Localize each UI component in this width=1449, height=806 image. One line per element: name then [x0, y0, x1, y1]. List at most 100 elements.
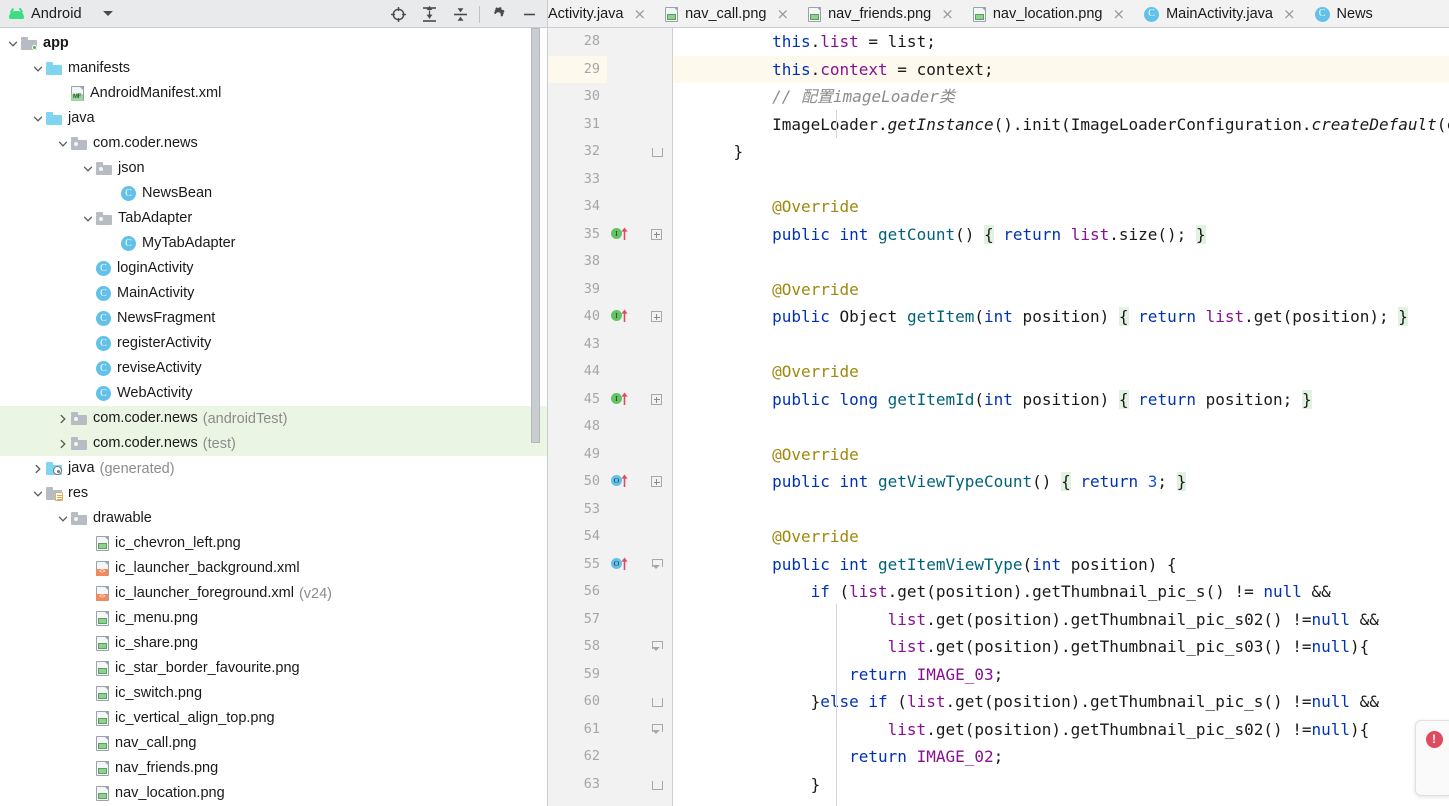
tree-node[interactable]: com.coder.news	[0, 131, 547, 156]
line-number[interactable]: 62	[548, 743, 607, 771]
tree-node[interactable]: java	[0, 106, 547, 131]
tree-node[interactable]: CregisterActivity	[0, 331, 547, 356]
twisty-toggle[interactable]	[29, 489, 46, 499]
fold-collapse-icon[interactable]	[651, 723, 663, 735]
code-editor[interactable]: 28 this.list = list; 29 this.context = co…	[548, 28, 1449, 806]
fold-expand-icon[interactable]	[650, 311, 662, 323]
tree-node[interactable]: nav_friends.png	[0, 756, 547, 781]
twisty-toggle[interactable]	[29, 114, 46, 124]
tree-node[interactable]: C MainActivity	[0, 281, 547, 306]
fold-collapse-icon[interactable]	[651, 558, 663, 570]
line-number[interactable]: 58	[548, 633, 607, 661]
close-icon[interactable]: ×	[776, 6, 789, 22]
twisty-toggle[interactable]	[79, 164, 96, 174]
tree-node[interactable]: ic_star_border_favourite.png	[0, 656, 547, 681]
editor-tab[interactable]: nav_call.png ×	[655, 0, 799, 27]
line-number[interactable]: 60	[548, 688, 607, 716]
tree-node[interactable]: ic_switch.png	[0, 681, 547, 706]
line-number[interactable]: 28	[548, 28, 607, 56]
collapse-all-icon[interactable]	[445, 0, 476, 28]
fold-collapse-icon[interactable]	[651, 641, 663, 652]
twisty-toggle[interactable]	[4, 39, 21, 49]
tree-node[interactable]: C NewsFragment	[0, 306, 547, 331]
editor-lines[interactable]: 28 this.list = list; 29 this.context = co…	[548, 28, 1449, 798]
line-number[interactable]: 33	[548, 165, 607, 193]
fold-region-end-icon[interactable]	[651, 696, 663, 708]
twisty-toggle[interactable]	[54, 414, 71, 424]
line-number[interactable]: 31	[548, 110, 607, 138]
fold-expand-icon[interactable]	[650, 228, 662, 240]
fold-region-end-icon[interactable]	[651, 779, 663, 790]
close-icon[interactable]: ×	[633, 6, 646, 22]
tree-node[interactable]: java (generated)	[0, 456, 547, 481]
twisty-toggle[interactable]	[54, 139, 71, 149]
editor-tab[interactable]: C MainActivity.java ×	[1134, 0, 1305, 27]
twisty-toggle[interactable]	[29, 64, 46, 74]
tree-node[interactable]: C NewsBean	[0, 181, 547, 206]
line-number[interactable]: 44	[548, 358, 607, 386]
line-number[interactable]: 29	[548, 55, 607, 83]
tree-node[interactable]: CloginActivity	[0, 256, 547, 281]
tree-node[interactable]: C WebActivity	[0, 381, 547, 406]
line-number[interactable]: 34	[548, 193, 607, 221]
editor-tab[interactable]: C News	[1304, 0, 1382, 27]
tree-node[interactable]: ic_chevron_left.png	[0, 531, 547, 556]
tree-node[interactable]: C MyTabAdapter	[0, 231, 547, 256]
line-number[interactable]: 56	[548, 578, 607, 606]
line-number[interactable]: 43	[548, 330, 607, 358]
project-scrollbar[interactable]	[531, 28, 540, 443]
tree-node[interactable]: <> ic_launcher_foreground.xml (v24)	[0, 581, 547, 606]
line-number[interactable]: 59	[548, 660, 607, 688]
fold-expand-icon[interactable]	[650, 393, 662, 405]
tree-node[interactable]: ic_vertical_align_top.png	[0, 706, 547, 731]
line-number[interactable]: 45	[548, 385, 607, 413]
line-number[interactable]: 49	[548, 440, 607, 468]
editor-tab[interactable]: Activity.java ×	[548, 0, 656, 27]
tree-node[interactable]: app	[0, 31, 547, 56]
tree-node[interactable]: nav_location.png	[0, 781, 547, 806]
tree-node[interactable]: <> ic_launcher_background.xml	[0, 556, 547, 581]
line-number[interactable]: 39	[548, 275, 607, 303]
implement-method-icon[interactable]: I	[611, 227, 631, 242]
minimize-icon[interactable]	[514, 0, 545, 28]
twisty-toggle[interactable]	[29, 464, 46, 474]
tree-node[interactable]: com.coder.news (test)	[0, 431, 547, 456]
close-icon[interactable]: ×	[1283, 6, 1296, 22]
override-method-icon[interactable]: O	[611, 474, 631, 489]
override-method-icon[interactable]: O	[611, 557, 631, 572]
error-stripe-widget[interactable]: !	[1415, 720, 1449, 796]
implement-method-icon[interactable]: I	[611, 309, 631, 324]
tree-node[interactable]: ic_menu.png	[0, 606, 547, 631]
line-number[interactable]: 61	[548, 715, 607, 743]
line-number[interactable]: 57	[548, 605, 607, 633]
fold-region-end-icon[interactable]	[651, 146, 663, 158]
tree-node[interactable]: CreviseActivity	[0, 356, 547, 381]
twisty-toggle[interactable]	[54, 439, 71, 449]
fold-expand-icon[interactable]	[650, 476, 662, 488]
project-tree-panel[interactable]: app manifests MF AndroidManifest.xml java com…	[0, 28, 548, 806]
line-number[interactable]: 38	[548, 248, 607, 276]
line-number[interactable]: 54	[548, 523, 607, 551]
line-number[interactable]: 40	[548, 303, 607, 331]
locate-icon[interactable]	[383, 0, 414, 28]
chevron-down-icon[interactable]	[102, 11, 113, 16]
close-icon[interactable]: ×	[941, 6, 954, 22]
line-number[interactable]: 35	[548, 220, 607, 248]
tree-node[interactable]: res	[0, 481, 547, 506]
tree-node[interactable]: json	[0, 156, 547, 181]
line-number[interactable]: 50	[548, 468, 607, 496]
tree-node[interactable]: ic_share.png	[0, 631, 547, 656]
tree-node[interactable]: drawable	[0, 506, 547, 531]
tree-node[interactable]: nav_call.png	[0, 731, 547, 756]
tree-node[interactable]: TabAdapter	[0, 206, 547, 231]
tree-node[interactable]: MF AndroidManifest.xml	[0, 81, 547, 106]
line-number[interactable]: 30	[548, 83, 607, 111]
twisty-toggle[interactable]	[54, 514, 71, 524]
implement-method-icon[interactable]: I	[611, 392, 631, 407]
tree-node[interactable]: manifests	[0, 56, 547, 81]
line-number[interactable]: 63	[548, 770, 607, 798]
line-number[interactable]: 53	[548, 495, 607, 523]
editor-tab[interactable]: nav_friends.png ×	[798, 0, 963, 27]
close-icon[interactable]: ×	[1112, 6, 1125, 22]
editor-tab[interactable]: nav_location.png ×	[962, 0, 1135, 27]
